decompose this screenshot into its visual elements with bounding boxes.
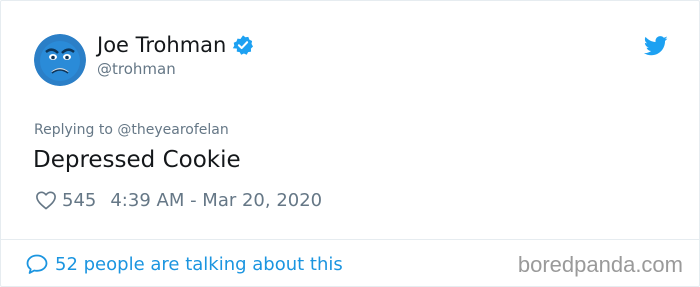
reply-context: Replying to @theyearofelan — [34, 121, 229, 139]
verified-badge-icon — [232, 34, 254, 56]
tweet-card: Joe Trohman @trohman Replying to @theyea… — [0, 0, 700, 287]
author-name[interactable]: Joe Trohman — [97, 32, 254, 58]
author-avatar[interactable] — [34, 34, 86, 86]
tweet-meta: 545 4:39 AM - Mar 20, 2020 — [35, 188, 322, 212]
boredpanda-watermark: boredpanda.com — [517, 252, 683, 277]
talking-about-text: 52 people are talking about this — [55, 253, 343, 275]
talking-about-link[interactable]: 52 people are talking about this — [25, 252, 343, 276]
tweet-timestamp[interactable]: 4:39 AM - Mar 20, 2020 — [110, 190, 322, 211]
author-handle[interactable]: @trohman — [97, 59, 176, 79]
reply-prefix: Replying to — [34, 122, 113, 138]
heart-icon[interactable] — [35, 190, 57, 210]
reply-handle-link[interactable]: @theyearofelan — [117, 122, 228, 138]
like-count: 545 — [62, 189, 97, 211]
blue-sad-face-avatar-icon — [34, 34, 86, 86]
author-name-text: Joe Trohman — [97, 33, 227, 57]
speech-bubble-icon — [25, 253, 49, 275]
twitter-bird-icon[interactable] — [644, 36, 668, 56]
tweet-text: Depressed Cookie — [33, 147, 241, 173]
footer-divider — [1, 239, 699, 240]
